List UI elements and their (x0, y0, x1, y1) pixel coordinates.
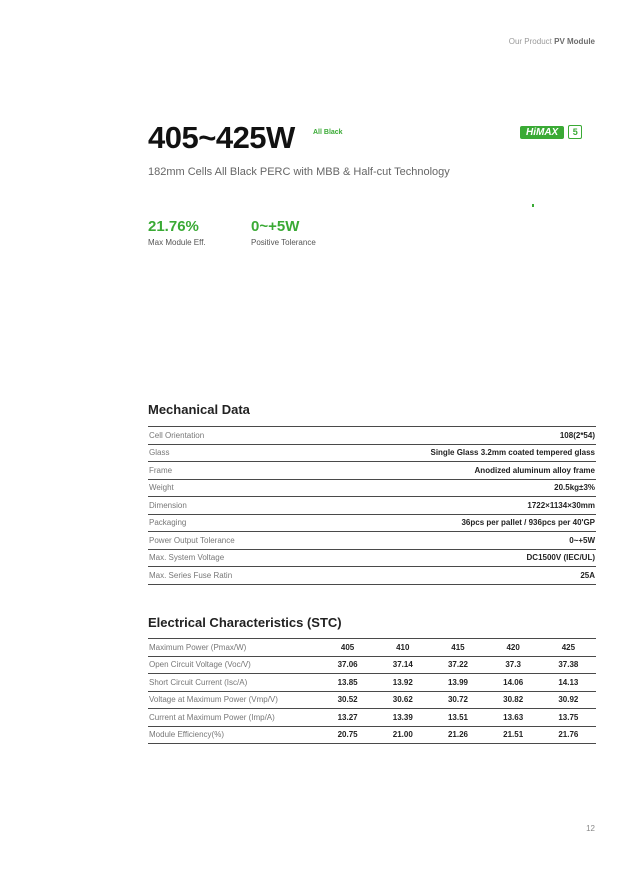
kpi-value: 21.76% (148, 218, 199, 235)
table-row: Frame Anodized aluminum alloy frame (148, 461, 596, 480)
table-row: Packaging 36pcs per pallet / 936pcs per 4… (148, 514, 596, 532)
mechanical-table: Cell Orientation 108(2*54) Glass Single Gla… (148, 426, 596, 585)
param-value: 30.92 (540, 691, 596, 709)
table-row: Open Circuit Voltage (Voc/V) 37.06 37.14 37… (148, 656, 596, 674)
spec-label: Max. System Voltage (148, 549, 303, 567)
electrical-table: Maximum Power (Pmax/W) 405 410 415 420 425 Ope… (148, 638, 596, 744)
page-number: 12 (586, 824, 595, 833)
brand-logo: HiMAX 5 (520, 125, 583, 139)
spec-value: DC1500V (IEC/UL) (302, 549, 596, 567)
param-value: 37.22 (430, 656, 486, 674)
param-value: 21.76 (540, 726, 596, 744)
param-value: 37.06 (320, 656, 376, 674)
table-row: Short Circuit Current (Isc/A) 13.85 13.92 1… (148, 673, 596, 692)
header-breadcrumb: Our Product PV Module (509, 37, 595, 46)
spec-label: Power Output Tolerance (148, 531, 303, 550)
spec-value: Single Glass 3.2mm coated tempered glass (302, 444, 596, 462)
param-value: 14.06 (485, 673, 541, 692)
spec-label: Max. Series Fuse Ratin (148, 566, 303, 585)
spec-label: Cell Orientation (148, 426, 303, 445)
param-value: 30.82 (485, 691, 541, 709)
param-label: Current at Maximum Power (Imp/A) (148, 708, 320, 727)
param-value: 13.85 (320, 673, 376, 692)
param-value: 13.51 (430, 708, 486, 727)
param-value: 37.3 (485, 656, 541, 674)
param-value: 14.13 (540, 673, 596, 692)
table-row: Cell Orientation 108(2*54) (148, 426, 596, 445)
param-value: 13.39 (375, 708, 431, 727)
page-title: 405~425W (148, 120, 295, 155)
brand-number: 5 (568, 125, 583, 139)
page-subtitle: 182mm Cells All Black PERC with MBB & Ha… (148, 166, 450, 178)
param-value: 30.52 (320, 691, 376, 709)
param-value: 420 (485, 638, 541, 657)
param-value: 30.72 (430, 691, 486, 709)
param-value: 21.51 (485, 726, 541, 744)
param-value: 30.62 (375, 691, 431, 709)
param-value: 405 (320, 638, 376, 657)
spec-value: Anodized aluminum alloy frame (302, 461, 596, 480)
spec-label: Frame (148, 461, 303, 480)
param-value: 37.38 (540, 656, 596, 674)
spec-value: 108(2*54) (302, 426, 596, 445)
brand-name: HiMAX (520, 125, 565, 139)
param-value: 13.63 (485, 708, 541, 727)
spec-value: 0~+5W (302, 531, 596, 550)
table-row: Max. Series Fuse Ratin 25A (148, 566, 596, 585)
table-row: Glass Single Glass 3.2mm coated tempered … (148, 444, 596, 462)
spec-label: Glass (148, 444, 303, 462)
table-row: Module Efficiency(%) 20.75 21.00 21.26 21.51… (148, 726, 596, 744)
kpi-label: Positive Tolerance (251, 238, 316, 247)
table-row: Voltage at Maximum Power (Vmp/V) 30.52 30.… (148, 691, 596, 709)
param-label: Module Efficiency(%) (148, 726, 320, 744)
title-badge: All Black (313, 129, 343, 136)
spec-value: 36pcs per pallet / 936pcs per 40'GP (302, 514, 596, 532)
table-row: Weight 20.5kg±3% (148, 479, 596, 497)
table-row: Dimension 1722×1134×30mm (148, 496, 596, 515)
table-row: Power Output Tolerance 0~+5W (148, 531, 596, 550)
spec-label: Packaging (148, 514, 303, 532)
table-row: Maximum Power (Pmax/W) 405 410 415 420 425 (148, 638, 596, 657)
kpi-tolerance: 0~+5W Positive Tolerance (251, 218, 316, 247)
spec-label: Weight (148, 479, 303, 497)
header-prefix: Our Product (508, 37, 552, 46)
param-value: 21.26 (430, 726, 486, 744)
param-value: 415 (430, 638, 486, 657)
param-label: Open Circuit Voltage (Voc/V) (148, 656, 320, 674)
spec-value: 25A (302, 566, 596, 585)
header-section: PV Module (554, 37, 595, 46)
param-value: 20.75 (320, 726, 376, 744)
param-value: 21.00 (375, 726, 431, 744)
spec-label: Dimension (148, 496, 303, 515)
spec-value: 1722×1134×30mm (302, 496, 596, 515)
decorative-dot (532, 204, 534, 207)
param-label: Voltage at Maximum Power (Vmp/V) (148, 691, 320, 709)
param-value: 13.99 (430, 673, 486, 692)
kpi-label: Max Module Eff. (148, 238, 206, 247)
electrical-title: Electrical Characteristics (STC) (148, 615, 342, 630)
param-value: 410 (375, 638, 431, 657)
mechanical-title: Mechanical Data (148, 402, 250, 417)
param-value: 13.27 (320, 708, 376, 727)
table-row: Current at Maximum Power (Imp/A) 13.27 13.… (148, 708, 596, 727)
table-row: Max. System Voltage DC1500V (IEC/UL) (148, 549, 596, 567)
param-value: 13.75 (540, 708, 596, 727)
spec-value: 20.5kg±3% (302, 479, 596, 497)
param-label: Short Circuit Current (Isc/A) (148, 673, 320, 692)
param-value: 425 (540, 638, 596, 657)
kpi-value: 0~+5W (251, 218, 300, 235)
kpi-efficiency: 21.76% Max Module Eff. (148, 218, 206, 247)
param-value: 13.92 (375, 673, 431, 692)
param-label: Maximum Power (Pmax/W) (148, 638, 320, 657)
param-value: 37.14 (375, 656, 431, 674)
